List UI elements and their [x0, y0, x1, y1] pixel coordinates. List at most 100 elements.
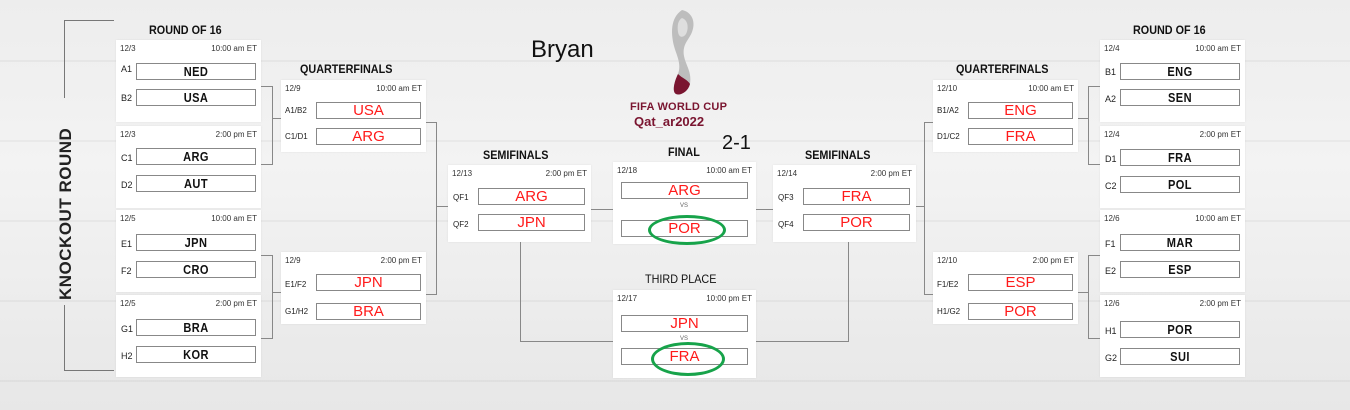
connector-line	[756, 341, 849, 342]
slot-label: QF3	[778, 193, 794, 202]
team-slot[interactable]: CRO	[136, 261, 256, 278]
team-slot[interactable]: ARG	[621, 182, 748, 199]
match-time: 2:00 pm ET	[870, 169, 912, 178]
match-date: 12/10	[937, 256, 958, 265]
team-name: ARG	[183, 149, 209, 164]
team-slot[interactable]: FRA	[968, 128, 1073, 145]
slot-label: E1/F2	[285, 280, 307, 289]
slot-label: G2	[1105, 353, 1118, 363]
match-time: 2:00 pm ET	[380, 256, 422, 265]
slot-label: A1	[121, 64, 133, 74]
team-slot[interactable]: JPN	[316, 274, 421, 291]
world-cup-trophy-icon	[672, 10, 694, 95]
slot-label: C1/D1	[285, 132, 308, 141]
team-name: ARG	[515, 188, 548, 205]
team-slot[interactable]: NED	[136, 63, 256, 80]
team-slot[interactable]: POR	[803, 214, 910, 231]
slot-label: F1/E2	[937, 280, 959, 289]
match-date: 12/3	[120, 130, 136, 139]
team-name: SEN	[1167, 90, 1192, 105]
annotation-name: Bryan	[531, 36, 594, 63]
match-date: 12/14	[777, 169, 798, 178]
match-time: 10:00 pm ET	[706, 294, 752, 303]
team-slot[interactable]: USA	[136, 89, 256, 106]
match-card-r16-right-4: 12/6 2:00 pm ET H1 POR G2 SUI	[1100, 295, 1245, 377]
slot-label: A2	[1105, 94, 1117, 104]
match-date: 12/17	[617, 294, 638, 303]
team-slot[interactable]: ENG	[968, 102, 1073, 119]
team-slot[interactable]: KOR	[136, 346, 256, 363]
team-slot[interactable]: ESP	[968, 274, 1073, 291]
slot-label: E2	[1105, 266, 1117, 276]
slot-label: D1	[1105, 154, 1117, 164]
team-slot[interactable]: FRA	[803, 188, 910, 205]
slot-label: B1	[1105, 67, 1117, 77]
team-slot[interactable]: POR	[968, 303, 1073, 320]
team-slot[interactable]: ARG	[316, 128, 421, 145]
connector-line	[1088, 164, 1100, 165]
match-time: 10:00 am ET	[1195, 214, 1241, 223]
team-slot[interactable]: JPN	[136, 234, 256, 251]
team-slot[interactable]: JPN	[478, 214, 585, 231]
title-round-of-16-left: ROUND OF 16	[149, 23, 222, 37]
team-slot[interactable]: ENG	[1120, 63, 1240, 80]
match-date: 12/4	[1104, 130, 1120, 139]
match-date: 12/5	[120, 299, 136, 308]
team-slot[interactable]: SUI	[1120, 348, 1240, 365]
match-date: 12/9	[285, 84, 301, 93]
team-slot[interactable]: AUT	[136, 175, 256, 192]
title-round-of-16-right: ROUND OF 16	[1133, 23, 1206, 37]
slot-label: E1	[121, 239, 133, 249]
team-slot[interactable]: BRA	[136, 319, 256, 336]
match-time: 10:00 am ET	[211, 214, 257, 223]
team-name: POR	[1004, 303, 1037, 320]
team-name: NED	[183, 64, 209, 79]
match-time: 2:00 pm ET	[1032, 256, 1074, 265]
match-time: 2:00 pm ET	[545, 169, 587, 178]
slot-label: D2	[121, 180, 133, 190]
team-slot[interactable]: POL	[1120, 176, 1240, 193]
team-slot[interactable]: POR	[1120, 321, 1240, 338]
connector-line	[1088, 338, 1100, 339]
team-name: USA	[353, 102, 384, 119]
connector-line	[1078, 292, 1088, 293]
team-slot[interactable]: MAR	[1120, 234, 1240, 251]
match-date: 12/3	[120, 44, 136, 53]
team-name: BRA	[353, 303, 384, 320]
connector-line	[591, 209, 613, 210]
match-card-r16-right-1: 12/4 10:00 am ET B1 ENG A2 SEN	[1100, 40, 1245, 122]
team-name: ESP	[1168, 262, 1192, 277]
knockout-round-label: KNOCKOUT ROUND	[56, 127, 75, 300]
team-name: FRA	[1005, 128, 1036, 145]
team-slot[interactable]: ESP	[1120, 261, 1240, 278]
match-date: 12/10	[937, 84, 958, 93]
slot-label: B2	[121, 93, 133, 103]
connector-line	[1088, 86, 1089, 165]
match-time: 2:00 pm ET	[1199, 299, 1241, 308]
team-name: AUT	[184, 176, 208, 191]
match-date: 12/13	[452, 169, 473, 178]
team-name: USA	[183, 90, 209, 105]
team-name: ESP	[1005, 274, 1036, 291]
team-slot[interactable]: FRA	[1120, 149, 1240, 166]
connector-line	[520, 242, 521, 342]
team-slot[interactable]: ARG	[136, 148, 256, 165]
team-slot[interactable]: JPN	[621, 315, 748, 332]
match-time: 2:00 pm ET	[1199, 130, 1241, 139]
team-slot[interactable]: SEN	[1120, 89, 1240, 106]
slot-label: C2	[1105, 181, 1117, 191]
team-name: ENG	[1004, 102, 1037, 119]
title-final: FINAL	[668, 145, 700, 159]
match-card-qf-left-1: 12/9 10:00 am ET A1/B2 USA C1/D1 ARG	[281, 80, 426, 152]
team-name: MAR	[1166, 235, 1194, 250]
slot-label: QF4	[778, 220, 794, 229]
match-time: 2:00 pm ET	[215, 130, 257, 139]
match-date: 12/18	[617, 166, 638, 175]
team-slot[interactable]: BRA	[316, 303, 421, 320]
team-name: JPN	[670, 315, 699, 332]
slot-label: A1/B2	[285, 106, 307, 115]
team-slot[interactable]: USA	[316, 102, 421, 119]
team-slot[interactable]: ARG	[478, 188, 585, 205]
slot-label: H2	[121, 351, 133, 361]
team-name: CRO	[183, 262, 209, 277]
